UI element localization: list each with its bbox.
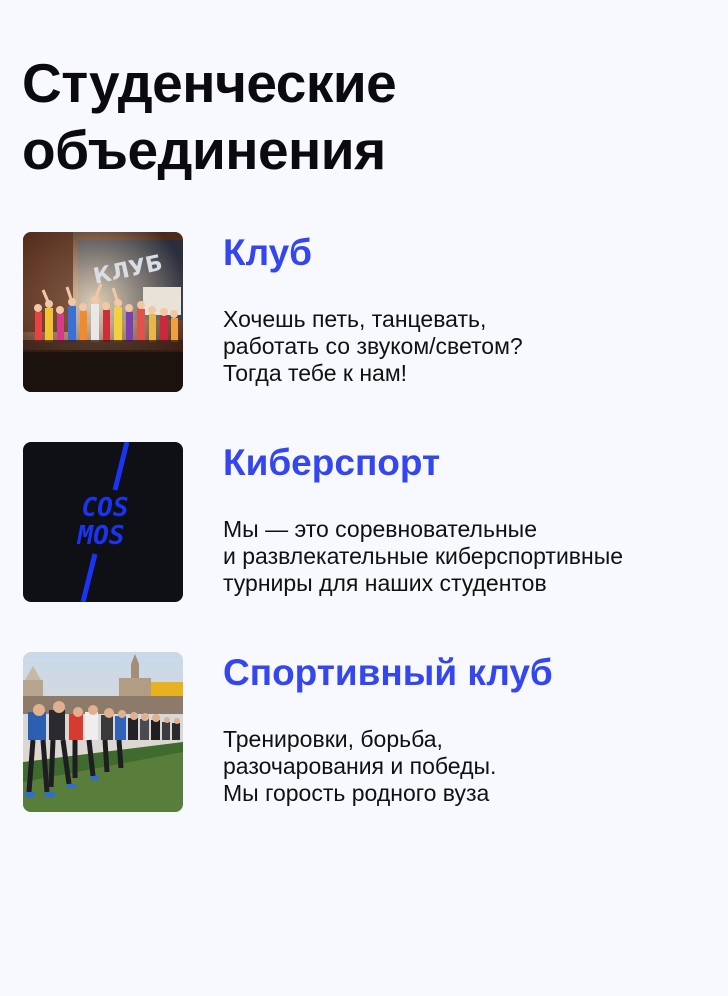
org-description-line: Тренировки, борьба,: [223, 726, 443, 752]
race-photo-illustration: [23, 652, 183, 812]
org-description-line: турниры для наших студентов: [223, 570, 547, 596]
cosmos-logo-icon: COS MOS: [23, 442, 183, 602]
page-title-line: объединения: [22, 119, 386, 181]
org-description-line: Тогда тебе к нам!: [223, 360, 408, 386]
org-description-line: Хочешь петь, танцевать,: [223, 306, 487, 332]
org-card-sports-club[interactable]: Спортивный клуб Тренировки, борьба, разо…: [23, 652, 713, 812]
sports-race-photo[interactable]: [23, 652, 183, 812]
org-description-line: работать со звуком/светом?: [223, 333, 523, 359]
logo-text-line: MOS: [77, 521, 125, 551]
org-description-line: и развлекательные киберспортивные: [223, 543, 624, 569]
page-title: Студенческие объединения: [22, 50, 622, 184]
org-description: Тренировки, борьба, разочарования и побе…: [223, 726, 713, 807]
org-title[interactable]: Киберспорт: [223, 440, 440, 486]
cosmos-logo-image[interactable]: COS MOS: [23, 442, 183, 602]
org-description-line: разочарования и победы.: [223, 753, 497, 779]
org-description: Хочешь петь, танцевать, работать со звук…: [223, 306, 713, 387]
org-title[interactable]: Клуб: [223, 230, 312, 276]
org-description-line: Мы горость родного вуза: [223, 780, 490, 806]
club-stage-photo[interactable]: КЛУБ: [23, 232, 183, 392]
logo-text-line: COS: [82, 493, 129, 523]
org-card-club[interactable]: КЛУБ Клуб Хочешь петь, танцевать, работа…: [23, 232, 713, 392]
page-title-line: Студенческие: [22, 52, 397, 114]
org-card-esports[interactable]: COS MOS Киберспорт Мы — это соревновател…: [23, 442, 713, 602]
stage-photo-illustration: КЛУБ: [23, 232, 183, 392]
org-description-line: Мы — это соревновательные: [223, 516, 537, 542]
org-description: Мы — это соревновательные и развлекатель…: [223, 516, 713, 597]
org-title[interactable]: Спортивный клуб: [223, 650, 553, 696]
